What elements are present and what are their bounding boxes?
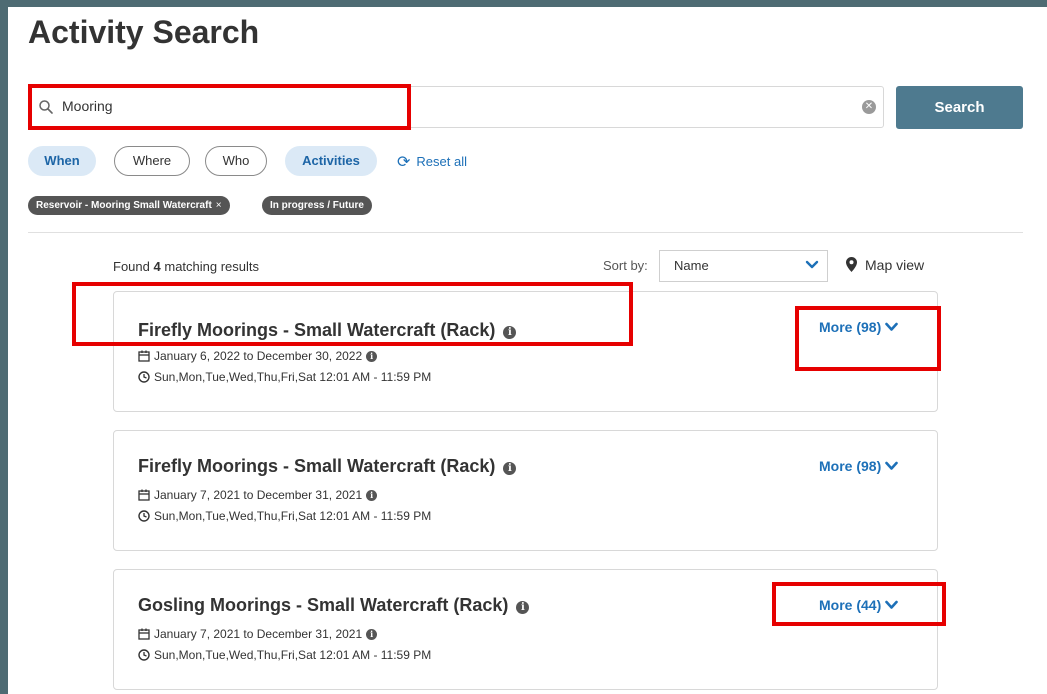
map-pin-icon: [846, 257, 857, 272]
calendar-icon: [138, 350, 150, 362]
more-label[interactable]: More (98): [819, 458, 881, 474]
search-input-value[interactable]: Mooring: [62, 98, 113, 114]
more-button[interactable]: More (98): [819, 458, 899, 474]
chevron-down-icon[interactable]: [805, 258, 819, 272]
filter-chip-reservoir: Reservoir - Mooring Small Watercraft ×: [28, 196, 230, 215]
sort-label: Sort by:: [603, 258, 648, 273]
filter-chip-status: In progress / Future: [262, 196, 372, 215]
remove-chip-icon[interactable]: ×: [216, 200, 222, 211]
info-icon[interactable]: i: [516, 601, 530, 614]
found-suffix: matching results: [164, 259, 260, 274]
date-range: January 7, 2021 to December 31, 2021: [154, 488, 363, 502]
result-schedule: Sun,Mon,Tue,Wed,Thu,Fri,Sat 12:01 AM - 1…: [138, 370, 431, 384]
clock-icon: [138, 510, 150, 522]
filter-activities[interactable]: Activities: [285, 146, 377, 176]
map-view-link[interactable]: Map view: [846, 257, 924, 273]
found-prefix: Found: [113, 259, 150, 274]
clock-icon: [138, 371, 150, 383]
result-title[interactable]: Gosling Moorings - Small Watercraft (Rac…: [138, 595, 530, 616]
search-button[interactable]: Search: [896, 86, 1023, 129]
date-range: January 6, 2022 to December 30, 2022: [154, 349, 363, 363]
result-dates: January 7, 2021 to December 31, 2021 i: [138, 627, 378, 641]
results-count: Found 4 matching results: [113, 259, 259, 274]
info-icon[interactable]: i: [366, 629, 378, 640]
info-icon[interactable]: i: [366, 351, 378, 362]
more-label[interactable]: More (98): [819, 319, 881, 335]
refresh-icon: ⟳: [397, 154, 411, 171]
window-frame-top: [0, 0, 1047, 7]
date-range: January 7, 2021 to December 31, 2021: [154, 627, 363, 641]
clear-search-icon[interactable]: ✕: [862, 100, 876, 114]
result-schedule: Sun,Mon,Tue,Wed,Thu,Fri,Sat 12:01 AM - 1…: [138, 648, 431, 662]
clock-icon: [138, 649, 150, 661]
calendar-icon: [138, 489, 150, 501]
result-dates: January 6, 2022 to December 30, 2022 i: [138, 349, 378, 363]
result-title[interactable]: Firefly Moorings - Small Watercraft (Rac…: [138, 456, 517, 477]
result-title-text[interactable]: Firefly Moorings - Small Watercraft (Rac…: [138, 456, 495, 476]
search-icon: [39, 100, 53, 114]
more-label[interactable]: More (44): [819, 597, 881, 613]
chip-label: In progress / Future: [270, 200, 364, 211]
chevron-down-icon[interactable]: [885, 461, 899, 471]
result-schedule: Sun,Mon,Tue,Wed,Thu,Fri,Sat 12:01 AM - 1…: [138, 509, 431, 523]
filter-who[interactable]: Who: [205, 146, 267, 176]
chevron-down-icon[interactable]: [885, 600, 899, 610]
filter-where[interactable]: Where: [114, 146, 190, 176]
found-count: 4: [153, 259, 161, 274]
result-title-text[interactable]: Firefly Moorings - Small Watercraft (Rac…: [138, 320, 495, 340]
filter-when[interactable]: When: [28, 146, 96, 176]
info-icon[interactable]: i: [503, 326, 517, 339]
reset-all-label: Reset all: [416, 154, 467, 169]
sort-value[interactable]: Name: [674, 258, 709, 273]
search-input[interactable]: [28, 86, 884, 128]
reset-all-link[interactable]: ⟳ Reset all: [397, 152, 467, 172]
schedule-text: Sun,Mon,Tue,Wed,Thu,Fri,Sat 12:01 AM - 1…: [154, 370, 432, 384]
result-title[interactable]: Firefly Moorings - Small Watercraft (Rac…: [138, 320, 517, 341]
schedule-text: Sun,Mon,Tue,Wed,Thu,Fri,Sat 12:01 AM - 1…: [154, 648, 432, 662]
info-icon[interactable]: i: [503, 462, 517, 475]
chip-label: Reservoir - Mooring Small Watercraft: [36, 200, 212, 211]
more-button[interactable]: More (98): [819, 319, 899, 335]
chevron-down-icon[interactable]: [885, 322, 899, 332]
more-button[interactable]: More (44): [819, 597, 899, 613]
window-frame-left: [0, 0, 8, 694]
info-icon[interactable]: i: [366, 490, 378, 501]
schedule-text: Sun,Mon,Tue,Wed,Thu,Fri,Sat 12:01 AM - 1…: [154, 509, 432, 523]
result-dates: January 7, 2021 to December 31, 2021 i: [138, 488, 378, 502]
divider: [28, 232, 1023, 233]
result-title-text[interactable]: Gosling Moorings - Small Watercraft (Rac…: [138, 595, 508, 615]
page-title: Activity Search: [28, 14, 260, 50]
calendar-icon: [138, 628, 150, 640]
map-view-label: Map view: [865, 257, 925, 273]
